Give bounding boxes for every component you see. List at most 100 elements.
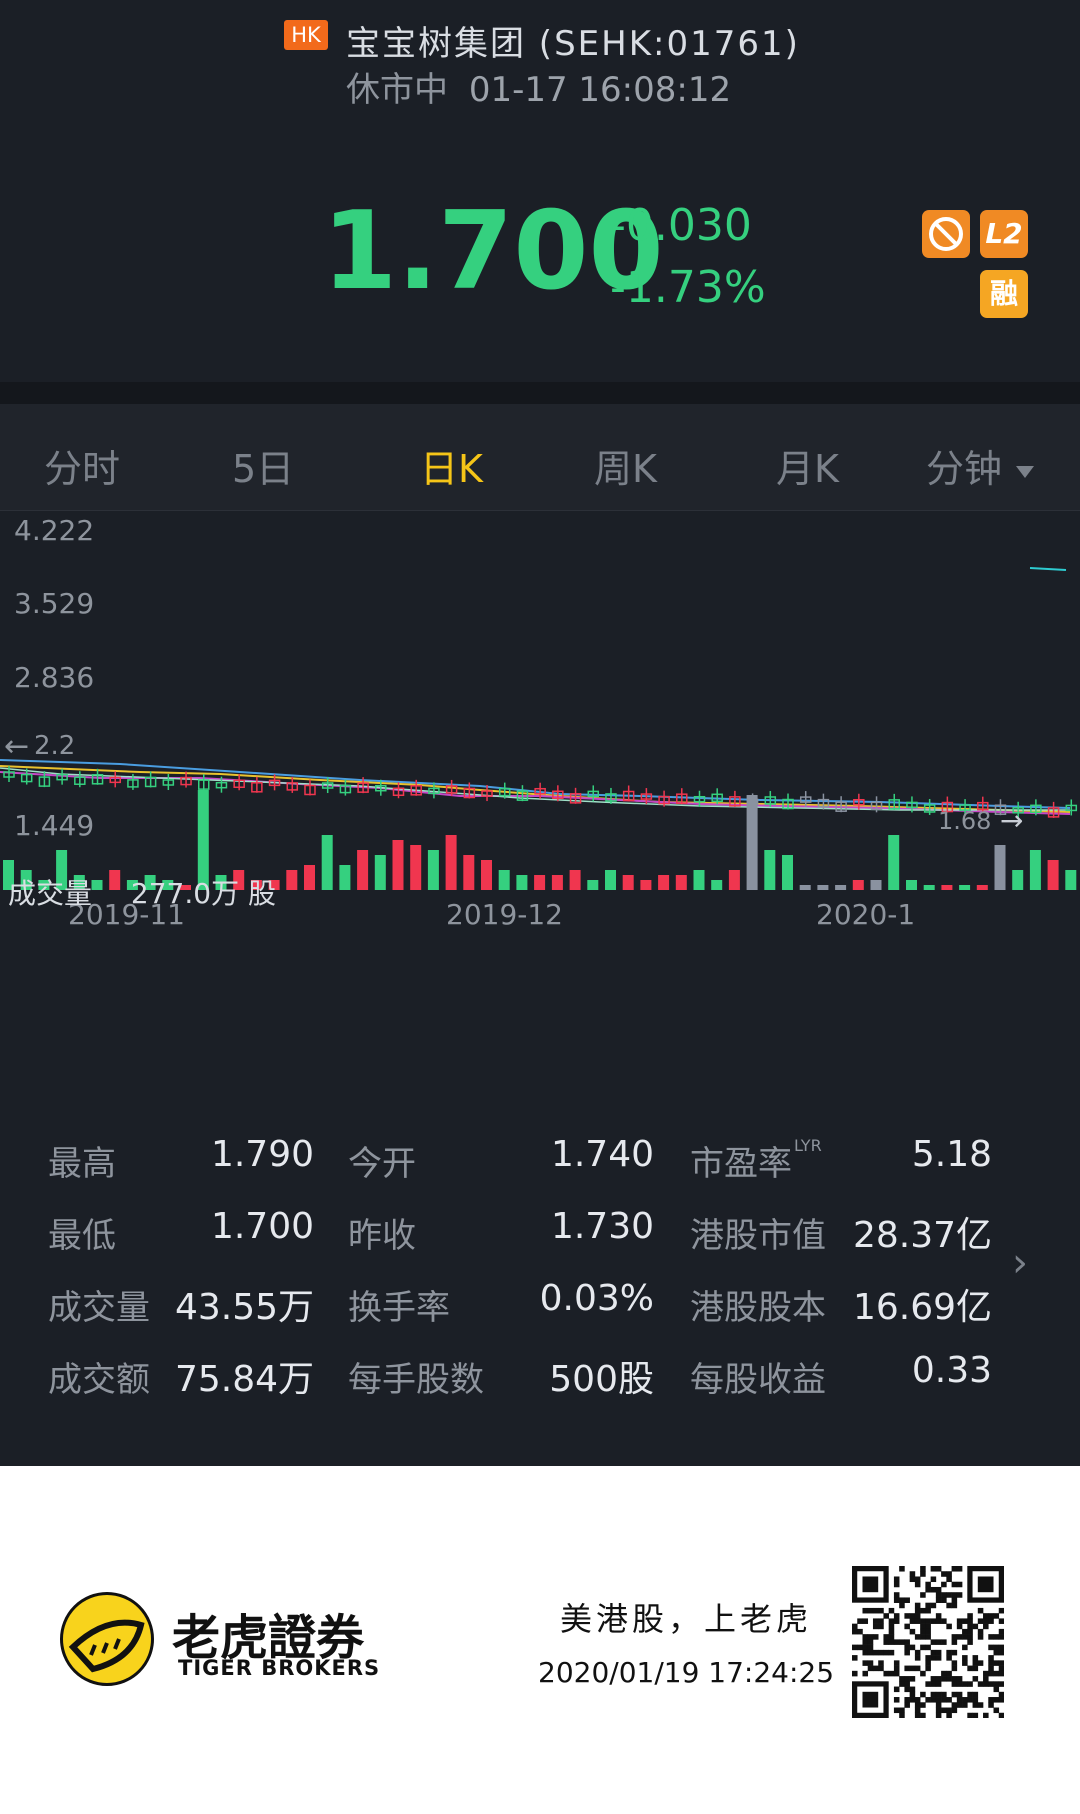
stat-label: 成交量 — [48, 1288, 150, 1328]
y-label-4: 2.2 — [34, 731, 75, 761]
qr-module — [993, 1660, 1000, 1666]
qr-module — [941, 1697, 947, 1703]
qr-module — [962, 1618, 968, 1624]
qr-module — [972, 1676, 979, 1682]
scroll-right-arrow-icon[interactable]: → — [1000, 804, 1023, 837]
volume-bar — [941, 885, 953, 890]
share-datetime: 2020/01/19 17:24:25 — [538, 1656, 835, 1689]
qr-module — [920, 1670, 926, 1677]
qr-module — [962, 1634, 968, 1640]
tab-minute[interactable]: 分钟 — [926, 438, 1035, 493]
volume-bar — [782, 855, 793, 890]
qr-module — [951, 1592, 958, 1598]
qr-module — [983, 1613, 989, 1619]
qr-module — [914, 1697, 921, 1703]
qr-module — [988, 1634, 994, 1640]
stat-label: 昨收 — [348, 1216, 416, 1256]
qr-module — [967, 1639, 973, 1645]
qr-module — [946, 1655, 952, 1661]
qr-module — [972, 1702, 979, 1708]
tab-weekly-k[interactable]: 周K — [594, 438, 657, 493]
stat-value: 0.33 — [911, 1350, 992, 1391]
qr-module — [998, 1644, 1005, 1651]
qr-module — [951, 1566, 958, 1572]
qr-module — [935, 1613, 942, 1619]
chevron-down-icon — [1016, 465, 1035, 478]
qr-module — [951, 1602, 958, 1609]
margin-badge[interactable]: 融 — [980, 270, 1028, 318]
qr-finder — [862, 1576, 879, 1593]
qr-module — [920, 1712, 926, 1719]
qr-module — [993, 1707, 1000, 1714]
volume-bar — [746, 795, 758, 890]
kline-chart[interactable]: 4.222 3.529 2.836 2.2 ← 1.449 1.68 → 201… — [0, 510, 1080, 1110]
qr-module — [983, 1676, 989, 1682]
market-badge: HK — [284, 20, 328, 50]
qr-module — [914, 1712, 921, 1719]
volume-bar — [923, 885, 935, 890]
qr-module — [977, 1607, 984, 1614]
qr-module — [956, 1676, 963, 1682]
quote-header: HK 宝宝树集团 (SEHK:01761) 休市中 01-17 16:08:12… — [0, 0, 1080, 382]
scroll-left-arrow-icon[interactable]: ← — [4, 729, 29, 764]
qr-module — [888, 1639, 895, 1645]
qr-module — [852, 1670, 858, 1677]
qr-module — [962, 1681, 968, 1687]
volume-bar — [711, 880, 723, 890]
last-price-label: 1.68 — [938, 807, 991, 835]
qr-module — [899, 1597, 905, 1603]
qr-module — [909, 1644, 916, 1651]
no-shorting-icon[interactable] — [922, 210, 970, 258]
stat-label: 港股市值 — [690, 1216, 826, 1256]
stat-value: 16.69亿 — [852, 1287, 992, 1328]
brand-en: TIGER BROKERS — [178, 1656, 381, 1680]
tab-intraday[interactable]: 分时 — [44, 438, 120, 493]
qr-module — [930, 1566, 937, 1572]
tab-5day[interactable]: 5日 — [232, 438, 294, 493]
qr-module — [893, 1707, 900, 1714]
qr-module — [935, 1691, 942, 1698]
qr-module — [893, 1686, 900, 1693]
qr-module — [878, 1623, 884, 1630]
qr-module — [941, 1581, 947, 1588]
qr-module — [920, 1592, 926, 1598]
volume-bar — [445, 835, 457, 890]
qr-module — [935, 1649, 942, 1656]
qr-module — [951, 1665, 958, 1672]
qr-module — [914, 1649, 921, 1656]
qr-module — [925, 1618, 931, 1624]
volume-bar — [1029, 850, 1041, 890]
qr-module — [888, 1623, 895, 1630]
qr-module — [872, 1618, 879, 1624]
qr-module — [893, 1670, 900, 1677]
qr-module — [967, 1681, 973, 1687]
stats-grid[interactable]: 最高 1.790 今开 1.740 市盈率 LYR 5.18 最低 1.700 昨收 1.730 港股… — [0, 1118, 1080, 1438]
volume-bar — [534, 875, 546, 890]
qr-module — [998, 1712, 1005, 1719]
qr-module — [962, 1660, 968, 1666]
volume-bar — [640, 880, 652, 890]
tab-monthly-k[interactable]: 月K — [776, 438, 839, 493]
volume-bar — [304, 865, 315, 890]
qr-module — [941, 1676, 947, 1682]
qr-finder — [977, 1576, 994, 1593]
y-label-3: 2.836 — [14, 661, 94, 694]
qr-module — [930, 1655, 937, 1661]
qr-module — [998, 1665, 1005, 1672]
qr-module — [988, 1681, 994, 1687]
qr-module — [977, 1618, 984, 1624]
qr-module — [883, 1634, 889, 1640]
level2-badge[interactable]: L2 — [980, 210, 1028, 258]
tab-daily-k[interactable]: 日K — [420, 438, 483, 493]
qr-module — [983, 1681, 989, 1687]
stat-label: 换手率 — [348, 1288, 450, 1328]
qr-module — [925, 1581, 931, 1588]
qr-module — [977, 1660, 984, 1666]
x-label-3: 2020-1 — [816, 898, 915, 931]
chevron-right-icon[interactable]: › — [1012, 1240, 1028, 1286]
qr-module — [925, 1634, 931, 1640]
qr-module — [967, 1623, 973, 1630]
qr-module — [899, 1602, 905, 1609]
qr-module — [951, 1707, 958, 1714]
qr-module — [962, 1655, 968, 1661]
